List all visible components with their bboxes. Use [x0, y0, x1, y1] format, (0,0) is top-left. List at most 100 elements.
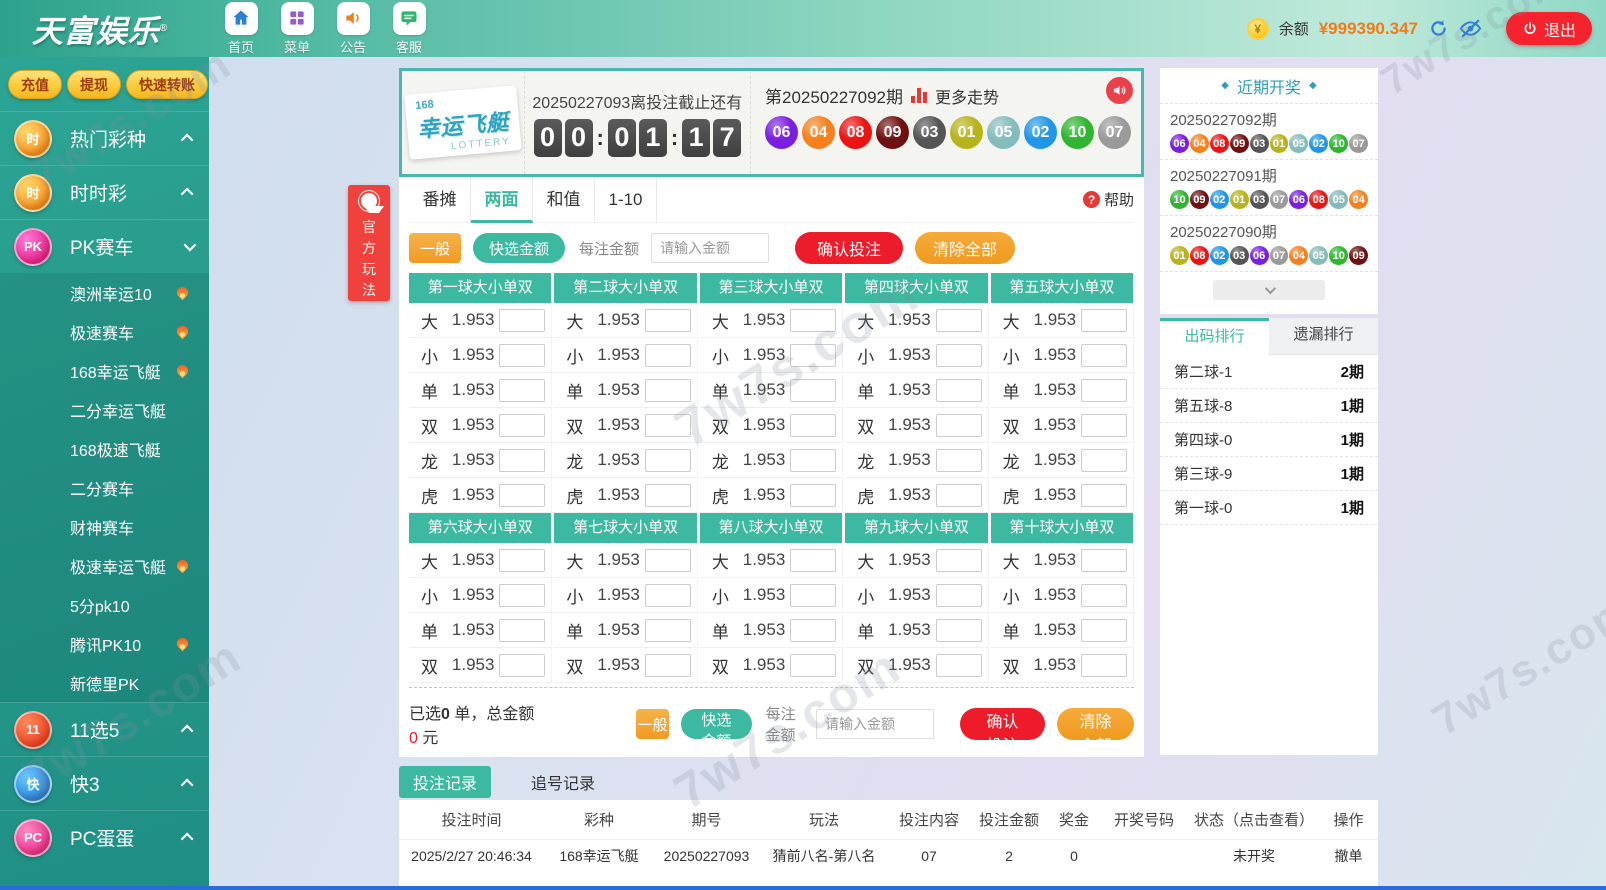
bet-option-单[interactable]: 单1.953: [554, 613, 697, 648]
bet-option-大[interactable]: 大1.953: [409, 303, 552, 338]
bet-amount-input[interactable]: [936, 484, 982, 507]
bet-option-大[interactable]: 大1.953: [700, 303, 843, 338]
quick-button-充值[interactable]: 充值: [8, 70, 62, 99]
bet-option-大[interactable]: 大1.953: [409, 543, 552, 578]
bet-amount-input[interactable]: [645, 379, 691, 402]
bet-amount-input[interactable]: [499, 379, 545, 402]
bet-amount-input[interactable]: [645, 309, 691, 332]
bet-tab-番摊[interactable]: 番摊: [409, 177, 471, 223]
sidebar-item-快3[interactable]: 快快3: [0, 756, 209, 810]
nav-item-客服[interactable]: 客服: [386, 2, 432, 56]
bet-option-双[interactable]: 双1.953: [554, 648, 697, 683]
bet-option-龙[interactable]: 龙1.953: [700, 443, 843, 478]
bet-option-小[interactable]: 小1.953: [991, 338, 1134, 373]
bet-amount-input[interactable]: [936, 414, 982, 437]
sidebar-item-PC蛋蛋[interactable]: PCPC蛋蛋: [0, 810, 209, 864]
sidebar-item-热门彩种[interactable]: 时热门彩种: [0, 111, 209, 165]
bet-option-龙[interactable]: 龙1.953: [554, 443, 697, 478]
bet-option-双[interactable]: 双1.953: [700, 408, 843, 443]
sidebar-subitem-168幸运飞艇[interactable]: 168幸运飞艇: [0, 351, 209, 390]
bet-amount-input[interactable]: [936, 549, 982, 572]
tab-hot-ranking[interactable]: 出码排行: [1160, 318, 1269, 355]
bet-amount-field[interactable]: [816, 709, 934, 739]
bet-amount-input[interactable]: [936, 379, 982, 402]
bet-amount-input[interactable]: [499, 619, 545, 642]
general-mode-button[interactable]: 一般: [636, 709, 669, 739]
bet-amount-input[interactable]: [790, 379, 836, 402]
bet-option-双[interactable]: 双1.953: [845, 408, 988, 443]
sidebar-subitem-新德里PK[interactable]: 新德里PK: [0, 663, 209, 702]
bet-option-大[interactable]: 大1.953: [991, 303, 1134, 338]
sidebar-subitem-澳洲幸运10[interactable]: 澳洲幸运10: [0, 273, 209, 312]
confirm-bet-button[interactable]: 确认投注: [960, 708, 1045, 740]
nav-item-首页[interactable]: 首页: [218, 2, 264, 56]
refresh-balance-icon[interactable]: [1428, 18, 1449, 39]
bet-amount-input[interactable]: [936, 654, 982, 677]
bet-option-大[interactable]: 大1.953: [991, 543, 1134, 578]
bet-amount-input[interactable]: [936, 584, 982, 607]
bet-amount-input[interactable]: [499, 484, 545, 507]
tab-chase-records[interactable]: 追号记录: [517, 766, 609, 798]
bet-option-小[interactable]: 小1.953: [554, 338, 697, 373]
bet-amount-input[interactable]: [790, 449, 836, 472]
bet-amount-input[interactable]: [790, 484, 836, 507]
bet-amount-input[interactable]: [1081, 584, 1127, 607]
bet-option-小[interactable]: 小1.953: [700, 578, 843, 613]
bet-option-双[interactable]: 双1.953: [409, 648, 552, 683]
bet-amount-input[interactable]: [645, 344, 691, 367]
bet-option-小[interactable]: 小1.953: [409, 338, 552, 373]
logout-button[interactable]: 退出: [1506, 12, 1592, 45]
sidebar-subitem-极速赛车[interactable]: 极速赛车: [0, 312, 209, 351]
bet-amount-input[interactable]: [645, 549, 691, 572]
bet-amount-input[interactable]: [499, 344, 545, 367]
bet-amount-input[interactable]: [790, 584, 836, 607]
bet-option-小[interactable]: 小1.953: [845, 338, 988, 373]
general-mode-button[interactable]: 一般: [409, 233, 461, 263]
bet-option-单[interactable]: 单1.953: [409, 373, 552, 408]
bet-amount-input[interactable]: [790, 344, 836, 367]
bet-option-单[interactable]: 单1.953: [845, 373, 988, 408]
bet-amount-input[interactable]: [645, 584, 691, 607]
tab-bet-records[interactable]: 投注记录: [399, 766, 491, 798]
cancel-bet-link[interactable]: 撤单: [1319, 846, 1378, 866]
hide-balance-eye-icon[interactable]: [1459, 17, 1482, 40]
clear-all-button[interactable]: 清除全部: [1057, 708, 1134, 740]
bet-tab-1-10[interactable]: 1-10: [595, 177, 657, 223]
bet-option-单[interactable]: 单1.953: [700, 373, 843, 408]
sidebar-subitem-二分赛车[interactable]: 二分赛车: [0, 468, 209, 507]
bet-option-小[interactable]: 小1.953: [700, 338, 843, 373]
bet-option-虎[interactable]: 虎1.953: [700, 478, 843, 513]
bet-option-双[interactable]: 双1.953: [700, 648, 843, 683]
bet-option-双[interactable]: 双1.953: [991, 648, 1134, 683]
clear-all-button[interactable]: 清除全部: [915, 232, 1015, 264]
nav-item-公告[interactable]: 公告: [330, 2, 376, 56]
more-trend-link[interactable]: 更多走势: [935, 84, 999, 108]
tab-miss-ranking[interactable]: 遗漏排行: [1269, 318, 1378, 355]
bet-amount-input[interactable]: [645, 654, 691, 677]
bet-amount-input[interactable]: [1081, 484, 1127, 507]
sidebar-item-时时彩[interactable]: 时时时彩: [0, 165, 209, 219]
expand-recent-button[interactable]: [1213, 280, 1325, 300]
bet-option-小[interactable]: 小1.953: [991, 578, 1134, 613]
bet-option-双[interactable]: 双1.953: [554, 408, 697, 443]
bet-option-大[interactable]: 大1.953: [554, 543, 697, 578]
sidebar-subitem-极速幸运飞艇[interactable]: 极速幸运飞艇: [0, 546, 209, 585]
bet-amount-input[interactable]: [645, 484, 691, 507]
bet-option-双[interactable]: 双1.953: [991, 408, 1134, 443]
bet-amount-input[interactable]: [936, 619, 982, 642]
bet-amount-input[interactable]: [645, 414, 691, 437]
bet-amount-input[interactable]: [790, 549, 836, 572]
bet-amount-input[interactable]: [790, 414, 836, 437]
bet-option-单[interactable]: 单1.953: [554, 373, 697, 408]
bet-amount-input[interactable]: [645, 619, 691, 642]
bet-amount-input[interactable]: [499, 584, 545, 607]
bet-option-双[interactable]: 双1.953: [409, 408, 552, 443]
confirm-bet-button[interactable]: 确认投注: [795, 232, 903, 264]
bet-amount-input[interactable]: [790, 654, 836, 677]
bet-amount-input[interactable]: [790, 309, 836, 332]
bet-tab-和值[interactable]: 和值: [533, 177, 595, 223]
bet-option-大[interactable]: 大1.953: [554, 303, 697, 338]
quick-button-快速转账[interactable]: 快速转账: [126, 70, 208, 99]
bet-option-单[interactable]: 单1.953: [991, 373, 1134, 408]
bet-amount-input[interactable]: [1081, 379, 1127, 402]
